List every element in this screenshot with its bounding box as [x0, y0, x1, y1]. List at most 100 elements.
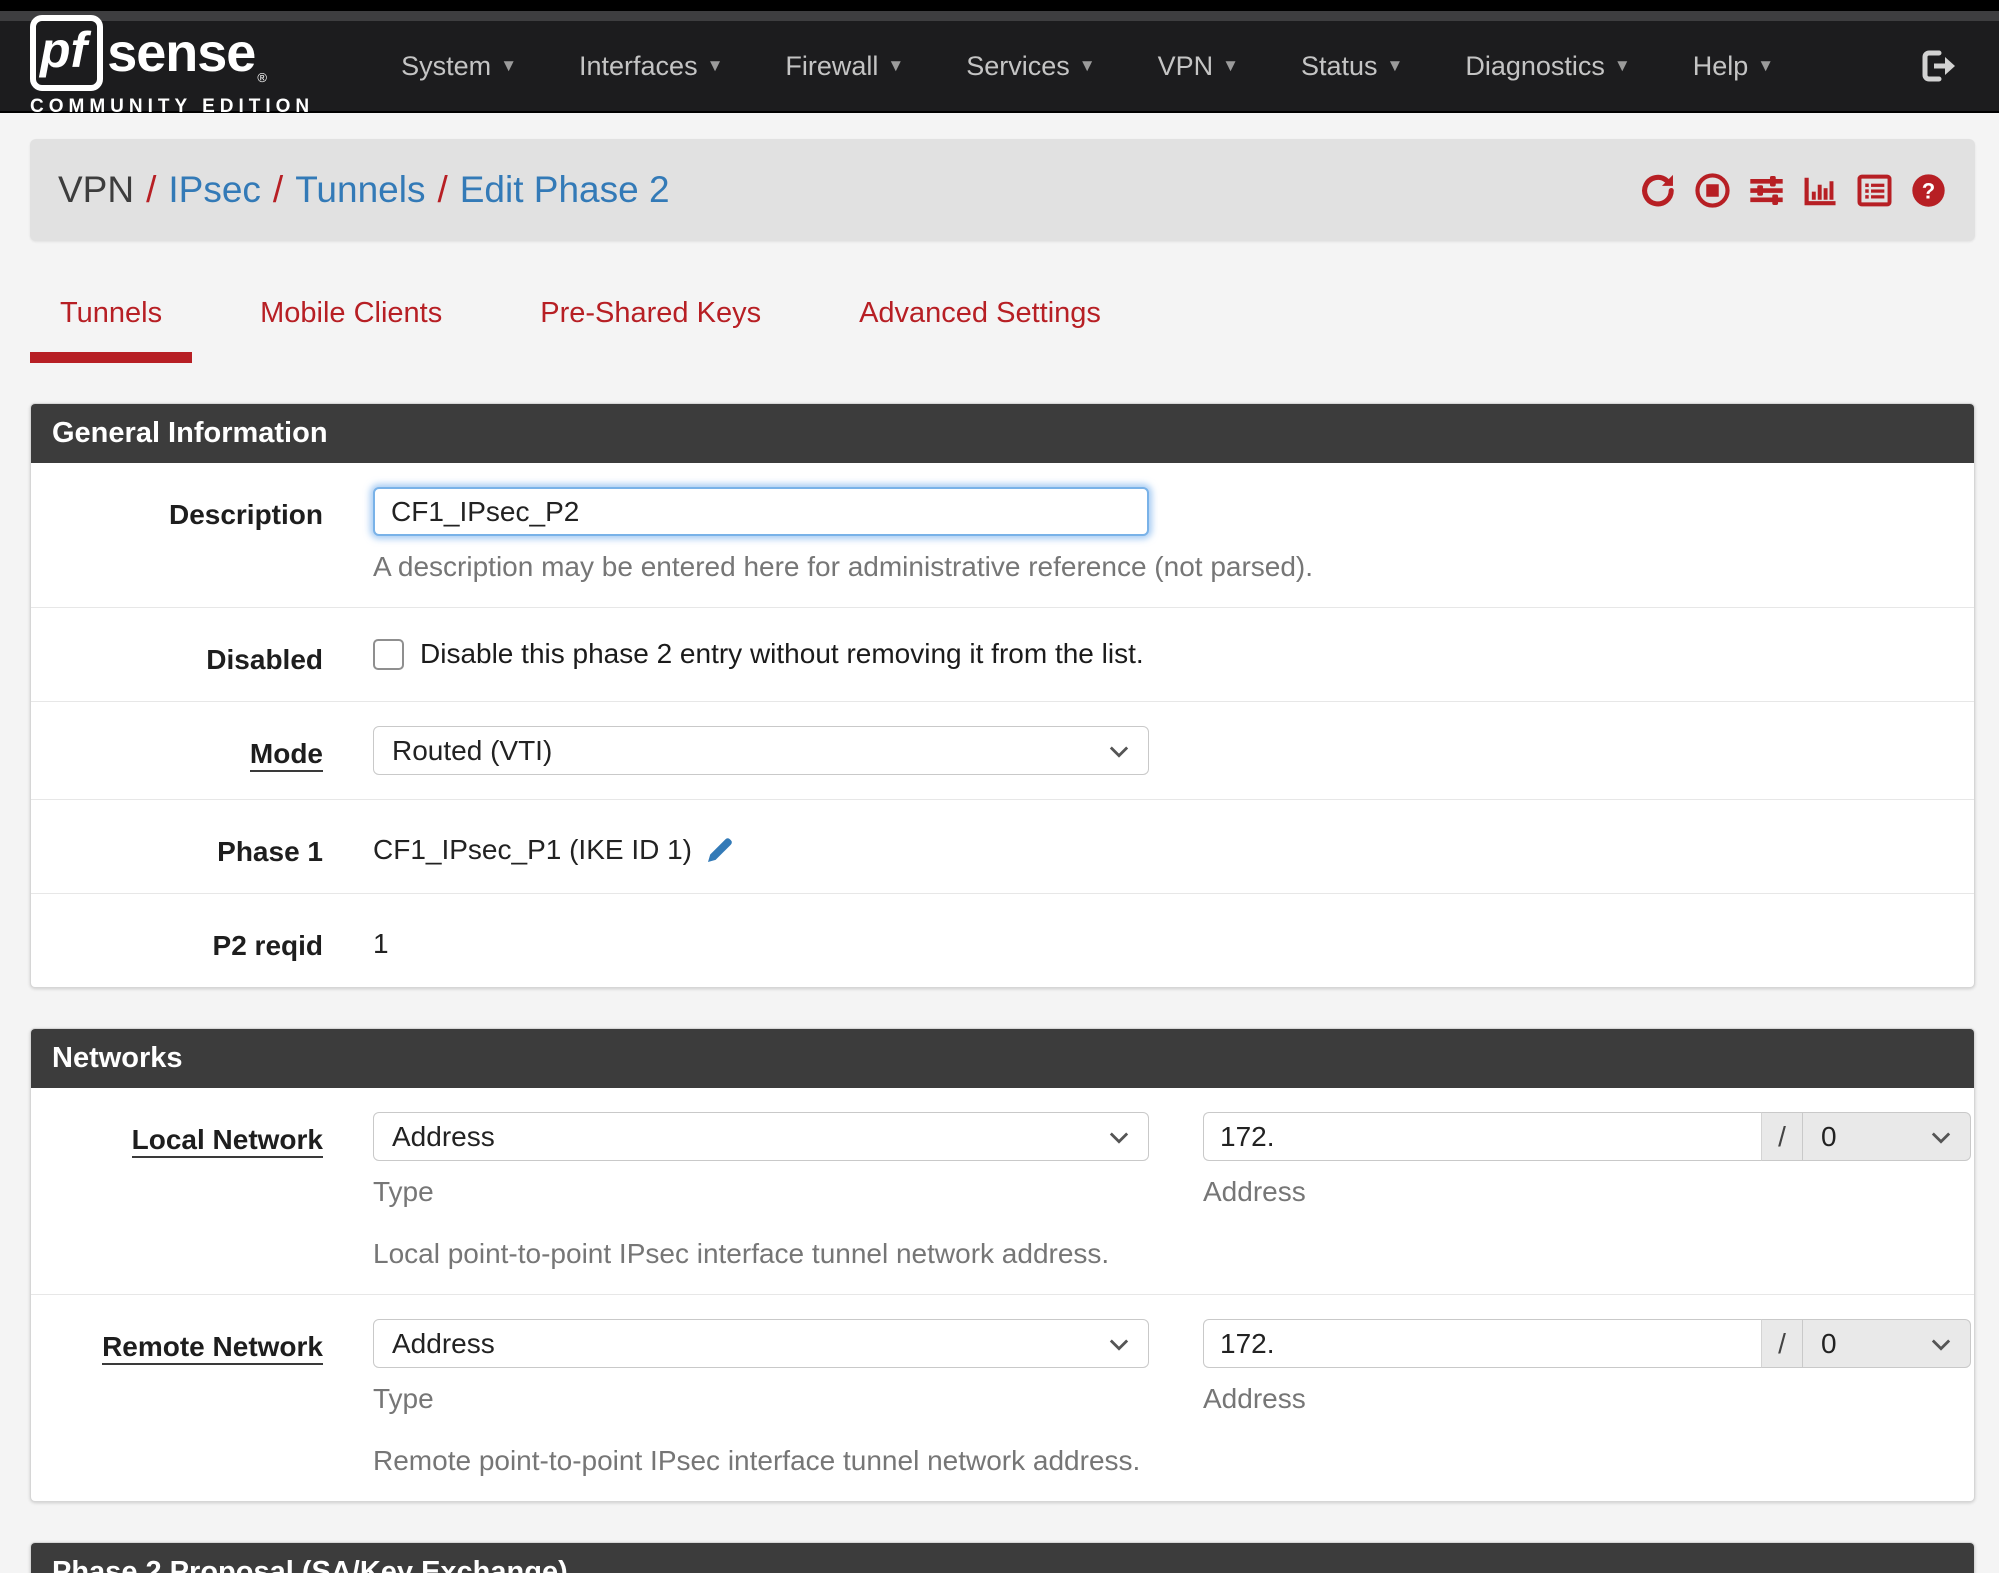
menu-services-label: Services	[966, 50, 1070, 81]
p2reqid-value: 1	[373, 928, 389, 959]
chevron-down-icon	[1109, 1339, 1129, 1351]
row-local-network: Local Network Address Type / 0	[31, 1088, 1974, 1295]
breadcrumb-link-tunnels[interactable]: Tunnels	[295, 169, 425, 211]
remote-network-prefix-value: 0	[1821, 1327, 1837, 1359]
tab-underline-placeholder	[829, 352, 1131, 363]
remote-network-label-text: Remote Network	[102, 1331, 323, 1365]
tab-tunnels-label: Tunnels	[60, 297, 163, 329]
menu-help[interactable]: Help ▼	[1662, 51, 1805, 82]
pfsense-logo[interactable]: pf sense ® COMMUNITY EDITION	[30, 14, 314, 118]
phase1-label: Phase 1	[217, 836, 323, 867]
sign-out-icon[interactable]	[1919, 49, 1957, 83]
remote-network-address-help: Address	[1203, 1383, 1306, 1414]
local-network-prefix-value: 0	[1821, 1120, 1837, 1152]
caret-down-icon: ▼	[887, 56, 905, 75]
local-network-type-value: Address	[392, 1120, 495, 1152]
local-network-type-select[interactable]: Address	[373, 1112, 1149, 1161]
local-network-prefix-select[interactable]: 0	[1803, 1112, 1971, 1161]
menu-diagnostics[interactable]: Diagnostics ▼	[1434, 51, 1661, 82]
row-remote-network: Remote Network Address Type / 0	[31, 1295, 1974, 1501]
registered-mark: ®	[257, 69, 267, 85]
local-network-address-help: Address	[1203, 1176, 1306, 1207]
remote-network-type-select[interactable]: Address	[373, 1319, 1149, 1368]
breadcrumb-section: VPN	[58, 169, 135, 210]
local-network-address-input[interactable]	[1203, 1112, 1761, 1161]
remote-network-address-input[interactable]	[1203, 1319, 1761, 1368]
mode-label: Mode	[31, 726, 323, 775]
menu-status[interactable]: Status ▼	[1270, 51, 1434, 82]
menu-diagnostics-label: Diagnostics	[1465, 50, 1605, 81]
window-top-edge	[0, 0, 1999, 11]
row-mode: Mode Routed (VTI)	[31, 702, 1974, 800]
breadcrumb-link-edit-phase-2[interactable]: Edit Phase 2	[460, 169, 670, 211]
local-network-type-help: Type	[373, 1176, 434, 1207]
sliders-icon[interactable]	[1748, 172, 1785, 209]
svg-text:?: ?	[1922, 178, 1935, 203]
tab-advanced-settings-label: Advanced Settings	[859, 297, 1101, 329]
chevron-down-icon	[1931, 1339, 1951, 1351]
caret-down-icon: ▼	[1613, 56, 1631, 75]
remote-network-type-help: Type	[373, 1383, 434, 1414]
breadcrumb-separator: /	[272, 169, 284, 210]
p2reqid-label: P2 reqid	[212, 930, 323, 961]
chevron-down-icon	[1931, 1132, 1951, 1144]
bar-chart-icon[interactable]	[1802, 172, 1839, 209]
menu-vpn-label: VPN	[1157, 50, 1214, 81]
breadcrumb-bar: VPN / IPsec / Tunnels / Edit Phase 2 ?	[30, 139, 1975, 241]
help-icon[interactable]: ?	[1910, 172, 1947, 209]
menu-services[interactable]: Services ▼	[935, 51, 1126, 82]
main-menu: System ▼ Interfaces ▼ Firewall ▼ Services ▼ …	[370, 51, 1805, 82]
tab-underline-placeholder	[510, 352, 791, 363]
tab-pre-shared-keys[interactable]: Pre-Shared Keys	[510, 285, 791, 363]
ipsec-tabs: Tunnels Mobile Clients Pre-Shared Keys A…	[30, 285, 1999, 363]
menu-vpn[interactable]: VPN ▼	[1127, 51, 1270, 82]
disabled-checkbox-label: Disable this phase 2 entry without remov…	[420, 638, 1144, 669]
tab-tunnels[interactable]: Tunnels	[30, 285, 193, 363]
description-input[interactable]	[373, 487, 1149, 536]
remote-network-label: Remote Network	[31, 1319, 323, 1477]
pfsense-logo-sense: sense	[107, 22, 256, 83]
caret-down-icon: ▼	[1078, 56, 1096, 75]
log-list-icon[interactable]	[1856, 172, 1893, 209]
remote-network-help: Remote point-to-point IPsec interface tu…	[373, 1445, 1141, 1476]
tab-underline-placeholder	[230, 352, 472, 363]
breadcrumb-link-ipsec[interactable]: IPsec	[168, 169, 261, 211]
menu-firewall-label: Firewall	[785, 50, 879, 81]
chevron-down-icon	[1109, 1132, 1129, 1144]
panel-networks: Networks Local Network Address Type /	[30, 1028, 1975, 1502]
menu-interfaces[interactable]: Interfaces ▼	[548, 51, 754, 82]
breadcrumb: VPN / IPsec / Tunnels / Edit Phase 2	[58, 169, 670, 211]
local-network-label: Local Network	[31, 1112, 323, 1270]
remote-network-prefix-select[interactable]: 0	[1803, 1319, 1971, 1368]
pfsense-logo-main: pf sense ®	[30, 14, 314, 91]
refresh-icon[interactable]	[1640, 172, 1677, 209]
row-description: Description A description may be entered…	[31, 463, 1974, 608]
remote-network-type-value: Address	[392, 1327, 495, 1359]
remote-network-slash-addon: /	[1761, 1319, 1803, 1368]
row-p2reqid: P2 reqid 1	[31, 894, 1974, 987]
panel-general-information-title: General Information	[31, 404, 1974, 463]
stop-icon[interactable]	[1694, 172, 1731, 209]
tab-advanced-settings[interactable]: Advanced Settings	[829, 285, 1131, 363]
menu-firewall[interactable]: Firewall ▼	[754, 51, 935, 82]
caret-down-icon: ▼	[500, 56, 518, 75]
menu-status-label: Status	[1300, 50, 1378, 81]
mode-label-text: Mode	[249, 738, 323, 772]
disabled-checkbox[interactable]	[373, 638, 404, 670]
edit-pencil-icon[interactable]	[704, 834, 736, 866]
menu-system[interactable]: System ▼	[370, 51, 548, 82]
mode-select-value: Routed (VTI)	[392, 734, 553, 766]
breadcrumb-separator: /	[146, 169, 157, 210]
tab-pre-shared-keys-label: Pre-Shared Keys	[540, 297, 762, 329]
caret-down-icon: ▼	[1757, 56, 1775, 75]
panel-phase2-proposal-title: Phase 2 Proposal (SA/Key Exchange)	[31, 1543, 1974, 1573]
breadcrumb-separator: /	[437, 169, 448, 210]
tab-mobile-clients[interactable]: Mobile Clients	[230, 285, 472, 363]
description-label: Description	[168, 499, 323, 530]
pfsense-logo-pf: pf	[30, 14, 104, 91]
local-network-help: Local point-to-point IPsec interface tun…	[373, 1238, 1110, 1269]
disabled-label: Disabled	[206, 644, 323, 675]
mode-select[interactable]: Routed (VTI)	[373, 726, 1149, 775]
active-tab-underline	[30, 352, 193, 363]
local-network-slash-addon: /	[1761, 1112, 1803, 1161]
